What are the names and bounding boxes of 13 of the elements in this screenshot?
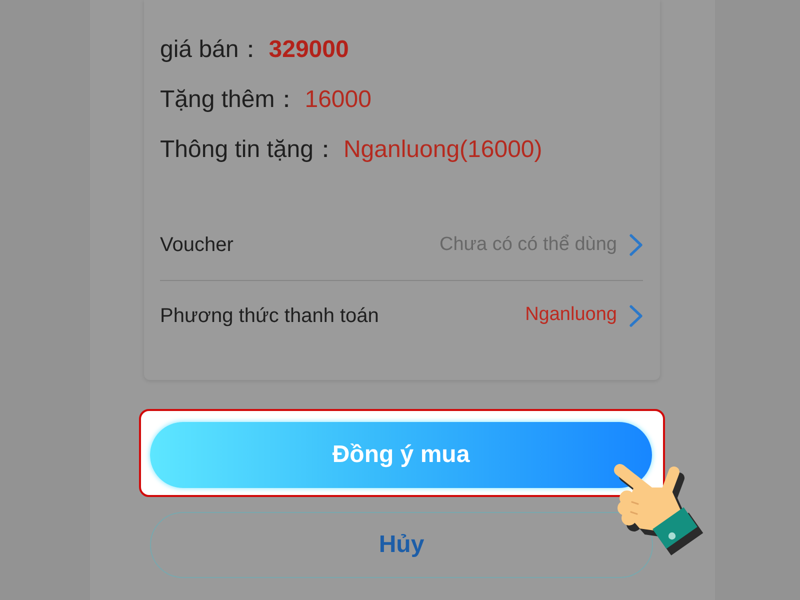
chevron-right-icon[interactable] [629, 304, 643, 326]
cancel-button[interactable]: Hủy [150, 512, 653, 578]
option-label: Voucher [160, 233, 234, 258]
field-value: 16000 [304, 85, 372, 115]
price-value: 329000 [268, 35, 349, 65]
chevron-right-icon[interactable] [629, 234, 643, 256]
option-value[interactable]: Nganluong [525, 301, 617, 330]
option-label: Phương thức thanh toán [160, 304, 379, 328]
field-label: Thông tin tặng： [160, 135, 338, 165]
field-label: giá bán： [160, 35, 263, 65]
buy-button[interactable]: Đồng ý mua [150, 422, 652, 488]
field-value: Nganluong(16000) [343, 135, 542, 165]
field-label: Tặng thêm： [160, 85, 299, 115]
